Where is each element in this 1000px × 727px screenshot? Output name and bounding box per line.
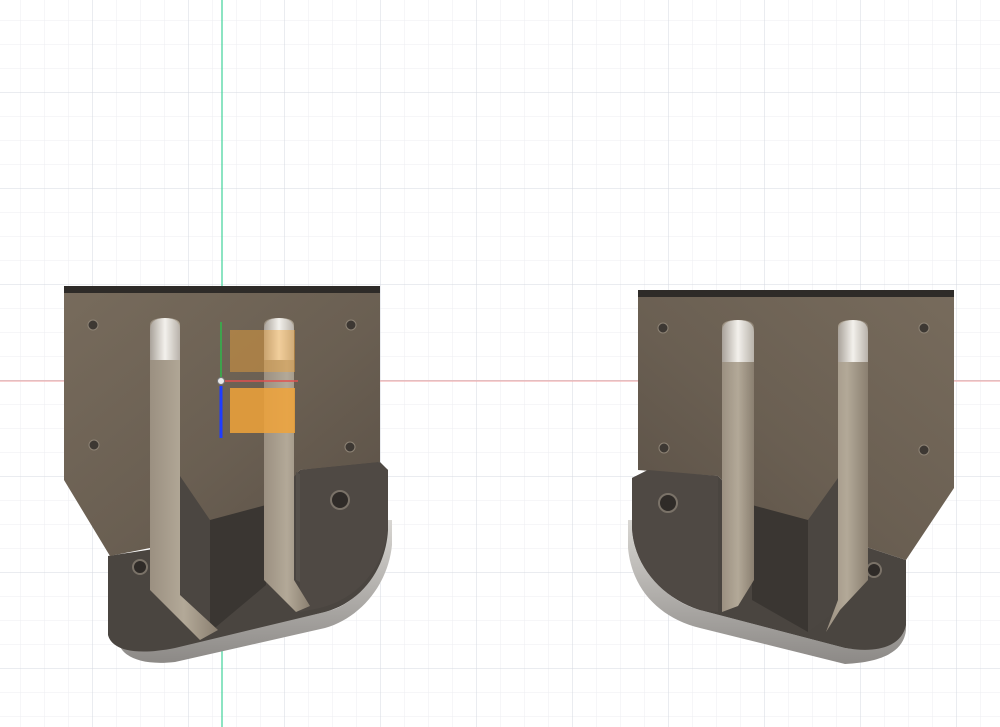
screw-hole-icon [345, 319, 357, 331]
rib-left-top [722, 320, 754, 362]
countersink-hole-icon [132, 559, 148, 575]
screw-hole-icon [88, 439, 100, 451]
screw-hole-icon [658, 442, 670, 454]
screw-hole-icon [87, 319, 99, 331]
countersink-hole-icon [330, 490, 350, 510]
origin-point-icon[interactable] [217, 377, 225, 385]
rib-right-top [838, 320, 868, 362]
countersink-hole-icon [866, 562, 882, 578]
viewport-canvas[interactable] [0, 0, 1000, 727]
rib-left [722, 320, 754, 612]
countersink-hole-icon [658, 493, 678, 513]
plate-top-edge [638, 290, 954, 297]
gizmo-plane-upper[interactable] [230, 330, 295, 372]
screw-hole-icon [918, 322, 930, 334]
bracket-left[interactable] [64, 286, 392, 663]
3d-viewport[interactable] [0, 0, 1000, 727]
gizmo-plane-lower[interactable] [230, 388, 295, 433]
bracket-right[interactable] [628, 290, 954, 664]
rib-left-top [150, 318, 180, 360]
screw-hole-icon [918, 444, 930, 456]
screw-hole-icon [344, 441, 356, 453]
plate-top-edge [64, 286, 380, 293]
screw-hole-icon [657, 322, 669, 334]
